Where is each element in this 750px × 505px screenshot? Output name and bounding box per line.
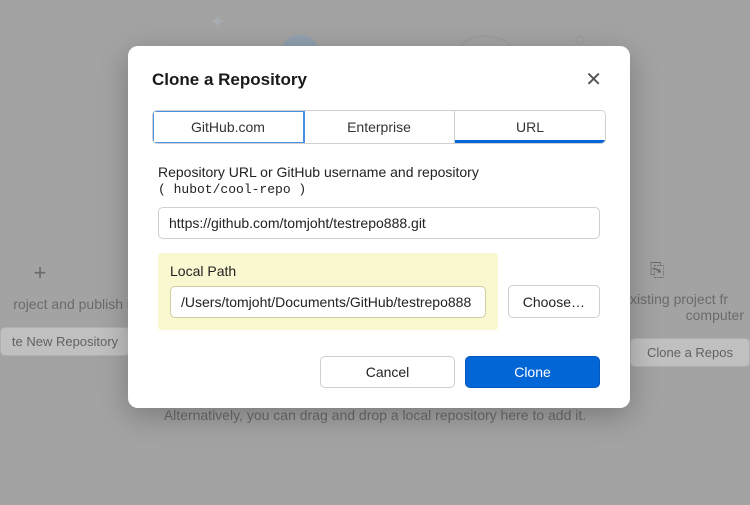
tab-enterprise[interactable]: Enterprise: [304, 111, 455, 143]
choose-path-button[interactable]: Choose…: [508, 285, 600, 318]
local-path-input[interactable]: [170, 286, 486, 318]
dialog-header: Clone a Repository ✕: [152, 68, 606, 92]
plus-icon: +: [0, 260, 130, 286]
clone-button[interactable]: Clone: [465, 356, 600, 388]
repo-url-example: ( hubot/cool-repo ): [158, 182, 306, 197]
tab-github-com[interactable]: GitHub.com: [153, 111, 304, 143]
decorative-dot: [575, 35, 585, 45]
form-body: Repository URL or GitHub username and re…: [152, 164, 606, 330]
close-button[interactable]: ✕: [581, 68, 606, 92]
local-path-row: Local Path Choose…: [158, 239, 600, 330]
repo-url-input[interactable]: [158, 207, 600, 239]
bg-footer-hint: Alternatively, you can drag and drop a l…: [0, 407, 750, 423]
bg-clone-button: Clone a Repos: [630, 338, 750, 367]
repo-url-label-text: Repository URL or GitHub username and re…: [158, 164, 479, 180]
tab-bar: GitHub.com Enterprise URL: [152, 110, 606, 144]
repo-url-label: Repository URL or GitHub username and re…: [158, 164, 600, 197]
tab-url[interactable]: URL: [455, 111, 605, 143]
bg-clone-repo-card: ⎘ xisting project fr computer Clone a Re…: [630, 260, 750, 367]
bg-create-text: roject and publish i: [0, 296, 130, 312]
bg-create-button: te New Repository: [0, 327, 130, 356]
bg-create-repo-card: + roject and publish i te New Repository: [0, 260, 130, 356]
local-path-label: Local Path: [170, 263, 486, 279]
bg-clone-text2: computer: [630, 307, 750, 323]
clone-repository-dialog: Clone a Repository ✕ GitHub.com Enterpri…: [128, 46, 630, 408]
bg-clone-text: xisting project fr: [630, 291, 750, 307]
repo-icon: ⎘: [630, 260, 750, 281]
dialog-footer: Cancel Clone: [152, 356, 606, 388]
close-icon: ✕: [585, 69, 602, 91]
local-path-highlight: Local Path: [158, 253, 498, 330]
sparkle-icon: ✦: [210, 12, 225, 33]
cancel-button[interactable]: Cancel: [320, 356, 455, 388]
dialog-title: Clone a Repository: [152, 70, 307, 90]
